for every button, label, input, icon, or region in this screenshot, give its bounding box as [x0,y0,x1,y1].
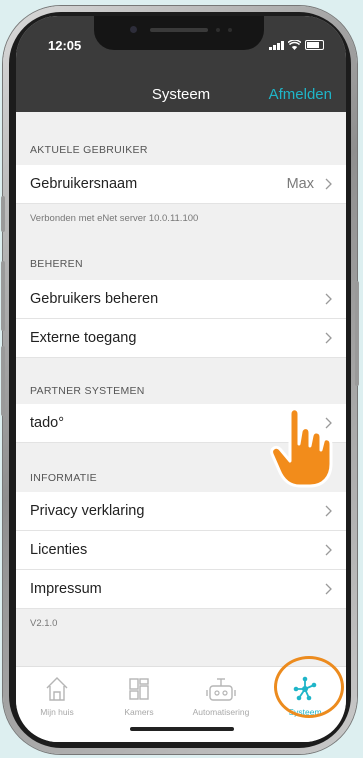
server-connection-note: Verbonden met eNet server 10.0.11.100 [30,213,199,224]
power-button [355,281,359,386]
sensor-dot [216,28,220,32]
wifi-icon [288,40,301,50]
chevron-right-icon [325,293,332,305]
tab-label: Systeem [288,707,322,717]
username-row[interactable]: Gebruikersnaam Max [16,165,346,204]
manage-users-row[interactable]: Gebruikers beheren [16,280,346,319]
settings-list: AKTUELE GEBRUIKER Gebruikersnaam Max Ver… [16,112,346,672]
row-label: Impressum [30,581,102,597]
section-header-partner: PARTNER SYSTEMEN [30,385,145,397]
impressum-row[interactable]: Impressum [16,570,346,609]
navigation-bar: Systeem Afmelden [16,76,346,112]
chevron-right-icon [325,505,332,517]
status-bar: 12:05 [16,16,346,76]
tab-automatisering[interactable]: Automatisering [180,667,262,727]
tab-mijn-huis[interactable]: Mijn huis [16,667,98,727]
tab-label: Kamers [124,707,154,717]
app-screen: 12:05 Systeem Afmelden AKTUELE GEBRUIKER [16,16,346,742]
notch [94,16,264,50]
row-label: Externe toegang [30,330,137,346]
volume-up-button [1,261,5,331]
sensor-dot [228,28,232,32]
tab-bar: Mijn huis Kamers Automatisering Systeem [16,666,346,742]
camera-icon [130,26,137,33]
battery-icon [305,40,324,50]
speaker-icon [150,28,208,32]
section-header-manage: BEHEREN [30,258,83,270]
tab-label: Automatisering [192,707,250,717]
row-label: tado° [30,415,65,431]
username-value: Max [286,176,314,192]
section-header-current-user: AKTUELE GEBRUIKER [30,144,148,156]
logout-button[interactable]: Afmelden [269,86,332,103]
network-icon [293,676,317,701]
status-icons [269,40,324,50]
app-version: V2.1.0 [30,618,58,629]
section-header-info: INFORMATIE [30,472,97,484]
rooms-icon [129,678,149,700]
volume-down-button [1,346,5,416]
chevron-right-icon [325,332,332,344]
row-label: Gebruikersnaam [30,176,138,192]
licenses-row[interactable]: Licenties [16,531,346,570]
row-label: Licenties [30,542,88,558]
mute-switch [1,196,5,232]
status-time: 12:05 [48,38,82,53]
robot-icon [206,678,236,701]
tab-label: Mijn huis [40,707,74,717]
privacy-row[interactable]: Privacy verklaring [16,492,346,531]
home-indicator [130,727,234,731]
row-label: Gebruikers beheren [30,291,159,307]
tab-kamers[interactable]: Kamers [98,667,180,727]
row-label: Privacy verklaring [30,503,145,519]
house-icon [46,677,68,701]
pointing-hand-icon [270,407,333,488]
chevron-right-icon [325,544,332,556]
chevron-right-icon [325,583,332,595]
chevron-right-icon [325,178,332,190]
external-access-row[interactable]: Externe toegang [16,319,346,358]
signal-icon [269,41,284,50]
tab-systeem[interactable]: Systeem [264,667,346,727]
